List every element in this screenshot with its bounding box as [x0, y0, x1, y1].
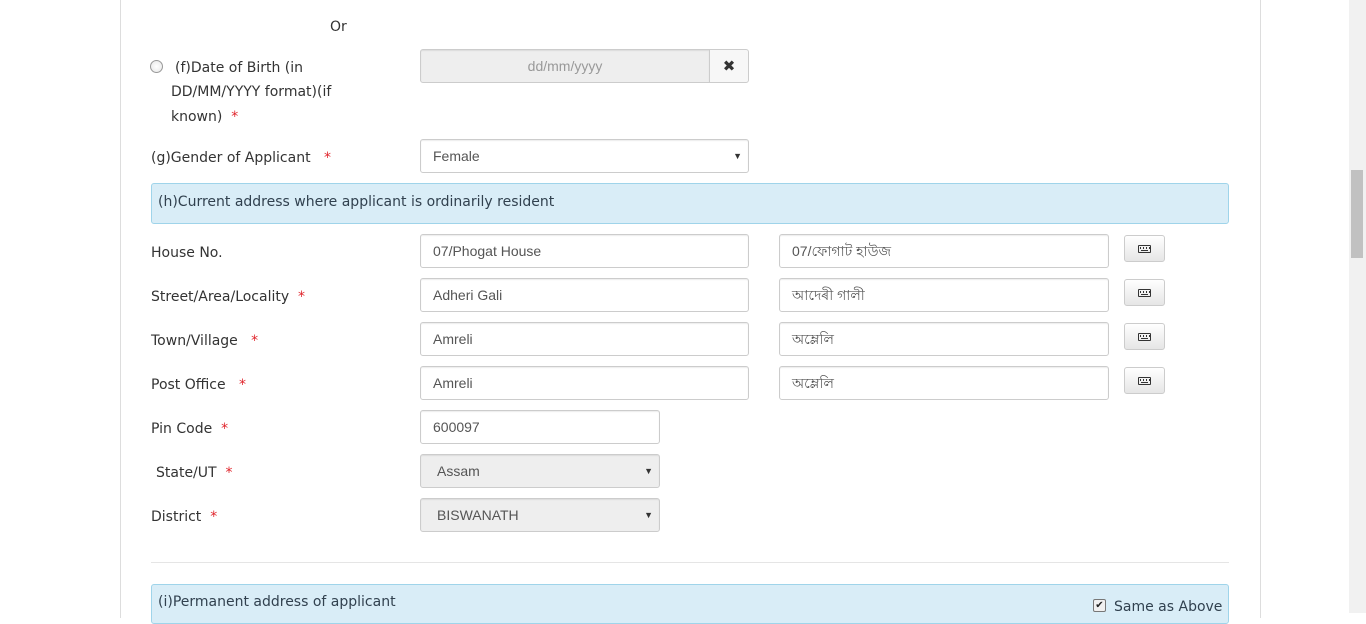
- page-scrollbar[interactable]: [1349, 0, 1366, 613]
- house-no-label: House No.: [151, 245, 223, 261]
- chevron-down-icon: ▼: [733, 151, 742, 161]
- required-asterisk: *: [298, 289, 306, 305]
- dob-label-line1: (f)Date of Birth (in: [175, 60, 303, 76]
- keyboard-icon: [1138, 376, 1151, 385]
- town-translit-input[interactable]: অম্লেলি: [779, 322, 1109, 356]
- dob-input[interactable]: dd/mm/yyyy: [420, 49, 710, 83]
- dob-radio[interactable]: [150, 60, 163, 73]
- house-no-keyboard-button[interactable]: [1124, 235, 1165, 262]
- state-value: Assam: [437, 463, 480, 479]
- or-separator: Or: [330, 19, 347, 35]
- district-value: BISWANATH: [437, 507, 519, 523]
- required-asterisk: *: [323, 150, 331, 166]
- required-asterisk: *: [251, 333, 259, 349]
- town-keyboard-button[interactable]: [1124, 323, 1165, 350]
- street-keyboard-button[interactable]: [1124, 279, 1165, 306]
- section-divider: [151, 562, 1229, 563]
- permanent-address-heading: (i)Permanent address of applicant: [151, 584, 1229, 624]
- permanent-address-title: (i)Permanent address of applicant: [158, 594, 396, 610]
- required-asterisk: *: [210, 509, 218, 525]
- scrollbar-thumb[interactable]: [1351, 170, 1363, 258]
- house-no-translit-input[interactable]: 07/ফোগাট হাউজ: [779, 234, 1109, 268]
- keyboard-icon: [1138, 244, 1151, 253]
- district-label: District *: [151, 509, 218, 525]
- post-office-translit-input[interactable]: অম্লেলি: [779, 366, 1109, 400]
- gender-value: Female: [433, 148, 480, 164]
- post-office-input[interactable]: Amreli: [420, 366, 749, 400]
- same-as-above-label: Same as Above: [1114, 599, 1223, 615]
- times-icon: ✖: [722, 57, 736, 75]
- keyboard-icon: [1138, 288, 1151, 297]
- same-as-above-checkbox[interactable]: ✔: [1093, 599, 1106, 612]
- street-translit-input[interactable]: আদেৰী গালী: [779, 278, 1109, 312]
- current-address-heading: (h)Current address where applicant is or…: [151, 183, 1229, 224]
- required-asterisk: *: [225, 465, 233, 481]
- post-office-keyboard-button[interactable]: [1124, 367, 1165, 394]
- town-input[interactable]: Amreli: [420, 322, 749, 356]
- required-asterisk: *: [221, 421, 229, 437]
- house-no-input[interactable]: 07/Phogat House: [420, 234, 749, 268]
- required-asterisk: *: [231, 109, 239, 125]
- required-asterisk: *: [238, 377, 246, 393]
- pin-code-input[interactable]: 600097: [420, 410, 660, 444]
- dob-label-line2: DD/MM/YYYY format)(if: [171, 84, 332, 100]
- dob-clear-button[interactable]: ✖: [709, 49, 749, 83]
- gender-label: (g)Gender of Applicant *: [151, 150, 331, 166]
- gender-select[interactable]: Female ▼: [420, 139, 749, 173]
- chevron-down-icon: ▼: [644, 466, 653, 476]
- keyboard-icon: [1138, 332, 1151, 341]
- pin-code-label: Pin Code *: [151, 421, 229, 437]
- town-label: Town/Village *: [151, 333, 259, 349]
- street-input[interactable]: Adheri Gali: [420, 278, 749, 312]
- dob-label-line3: known) *: [171, 109, 239, 125]
- chevron-down-icon: ▼: [644, 510, 653, 520]
- post-office-label: Post Office *: [151, 377, 246, 393]
- state-select[interactable]: Assam ▼: [420, 454, 660, 488]
- state-label: State/UT *: [156, 465, 233, 481]
- district-select[interactable]: BISWANATH ▼: [420, 498, 660, 532]
- street-label: Street/Area/Locality *: [151, 289, 306, 305]
